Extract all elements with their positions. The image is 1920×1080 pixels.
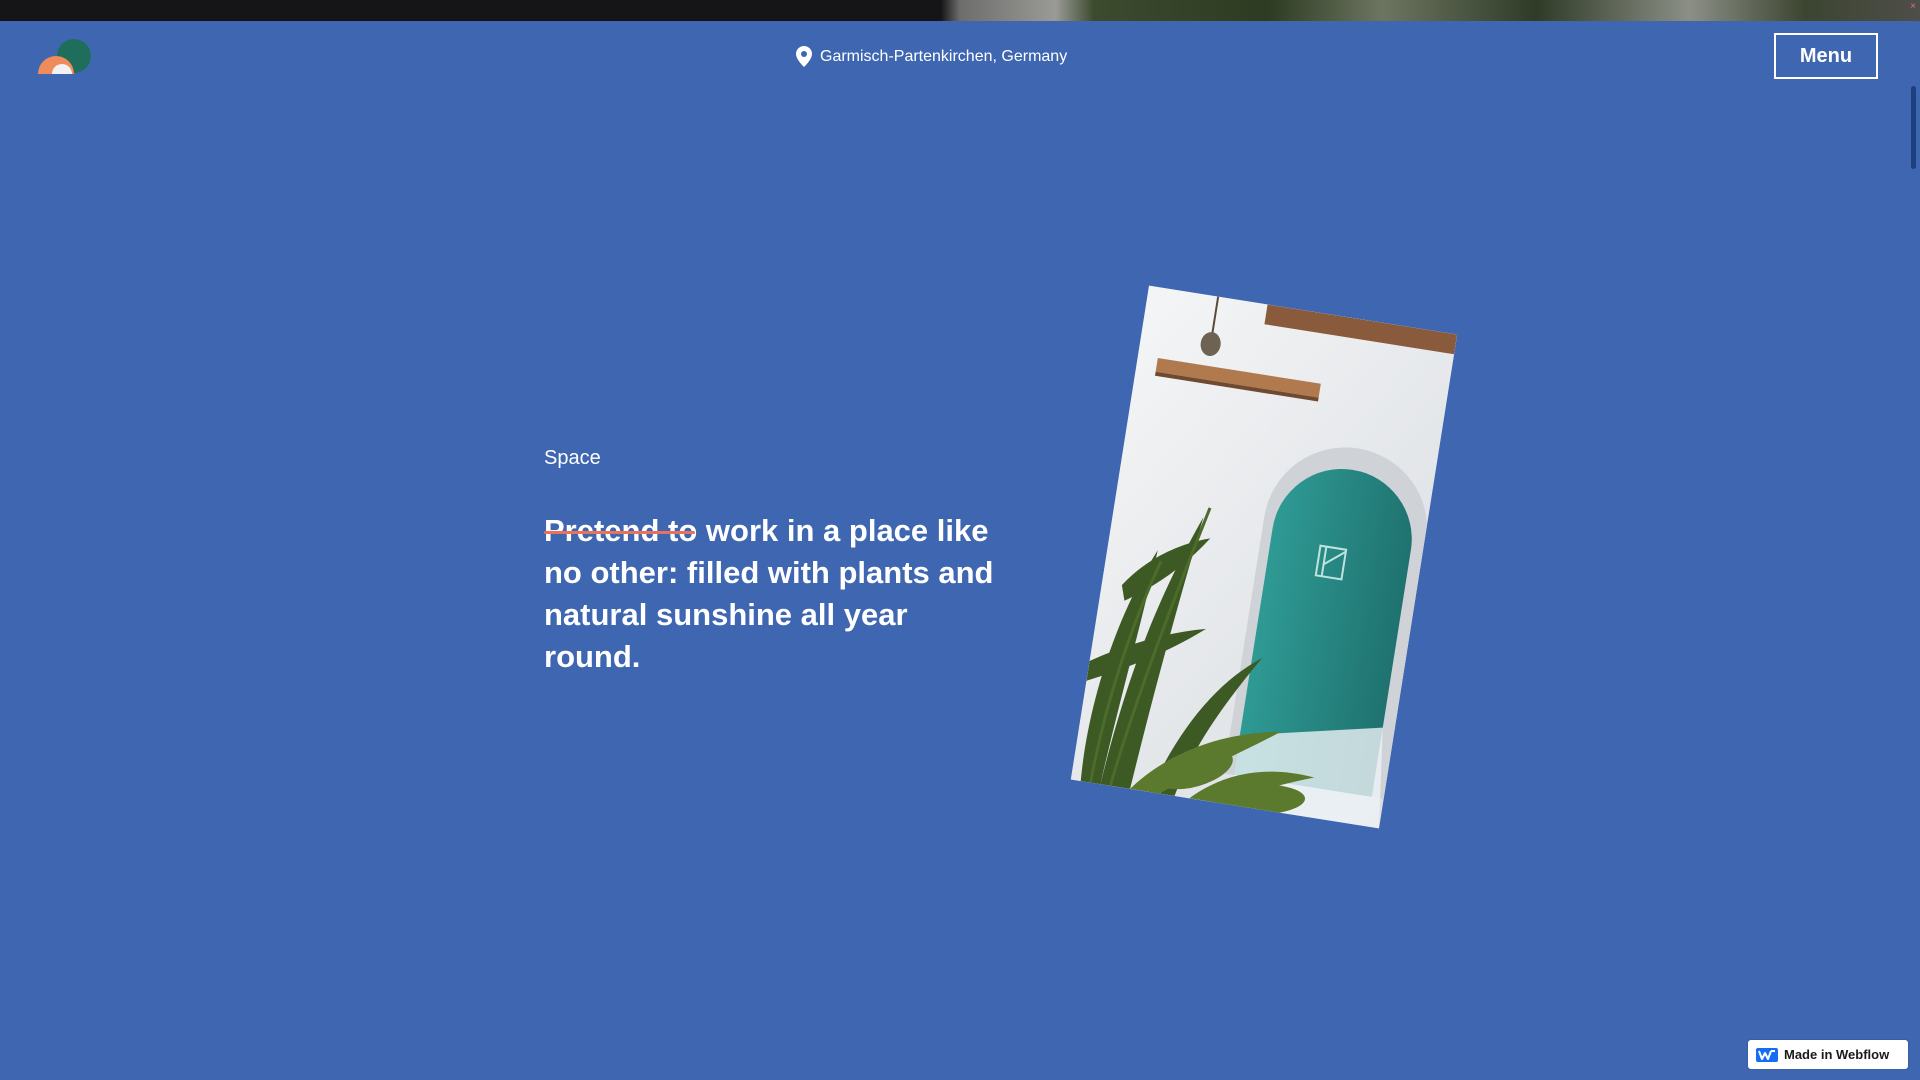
badge-label: Made in Webflow: [1784, 1047, 1890, 1062]
logo-icon: [38, 39, 91, 74]
page: × Garmisch-Partenkirchen, Germany Menu S…: [0, 0, 1920, 1080]
made-in-webflow-badge[interactable]: Made in Webflow: [1748, 1040, 1908, 1069]
map-pin-icon: [796, 46, 812, 67]
top-photo-strip: ×: [0, 0, 1920, 21]
location: Garmisch-Partenkirchen, Germany: [796, 46, 1067, 67]
headline: Pretend to work in a place like no other…: [544, 510, 994, 678]
brand-logo[interactable]: [38, 38, 92, 74]
close-icon[interactable]: ×: [1910, 2, 1916, 12]
space-photo-illustration: [1070, 285, 1458, 829]
webflow-logo-icon: [1756, 1047, 1778, 1062]
menu-button[interactable]: Menu: [1774, 33, 1878, 79]
struck-text: Pretend to: [544, 513, 698, 548]
location-text: Garmisch-Partenkirchen, Germany: [820, 47, 1068, 65]
strike-line: [544, 531, 696, 534]
section-label: Space: [544, 447, 601, 469]
scrollbar-thumb[interactable]: [1911, 86, 1916, 169]
space-photo: [1070, 285, 1458, 829]
